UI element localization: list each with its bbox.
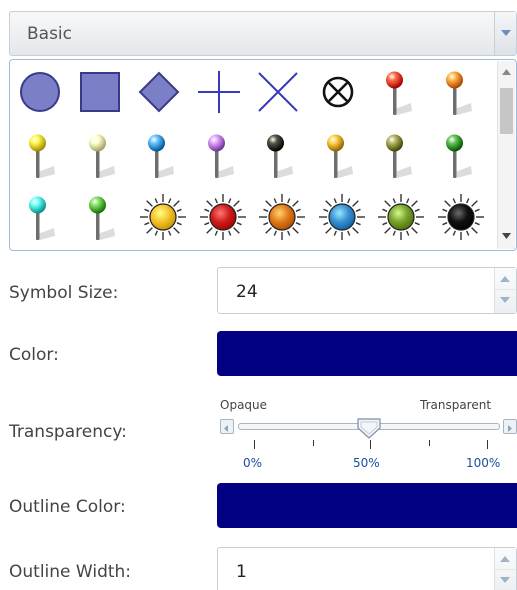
slider-tick: [487, 440, 488, 449]
symbol-size-increment-button[interactable]: [495, 268, 516, 290]
slider-tick: [429, 440, 430, 446]
symbol-option[interactable]: [135, 63, 191, 121]
transparency-label: Transparency:: [9, 422, 127, 442]
circle-symbol-icon: [20, 72, 60, 112]
transparency-slider[interactable]: Opaque Transparent 0% 50% 100%: [217, 398, 517, 478]
spin-down-icon: [500, 297, 510, 303]
symbol-option[interactable]: [373, 63, 429, 121]
outline-width-increment-button[interactable]: [495, 548, 516, 570]
symbol-option[interactable]: [373, 126, 429, 184]
circle-x-symbol-icon: [322, 76, 353, 108]
symbol-option[interactable]: [254, 126, 310, 184]
outline-color-label: Outline Color:: [9, 497, 126, 517]
symbol-size-decrement-button[interactable]: [495, 290, 516, 312]
symbol-option[interactable]: [76, 63, 132, 121]
symbol-option[interactable]: [16, 188, 72, 246]
sun-yellow-icon: [140, 194, 186, 240]
transparent-label: Transparent: [420, 398, 492, 412]
category-dropdown-button[interactable]: [494, 12, 516, 55]
symbol-option[interactable]: [135, 188, 191, 246]
tick-label-0: 0%: [243, 456, 263, 470]
symbol-option[interactable]: [433, 63, 489, 121]
symbol-option[interactable]: [16, 63, 72, 121]
scroll-down-icon[interactable]: [502, 233, 511, 239]
symbol-option[interactable]: [76, 188, 132, 246]
pushpin-lime-icon: [88, 196, 115, 240]
spin-up-icon: [500, 556, 510, 562]
pushpin-yellow-icon: [29, 134, 55, 178]
spin-up-icon: [500, 276, 510, 282]
symbol-size-spinner[interactable]: 24: [217, 267, 517, 314]
opaque-label: Opaque: [220, 398, 268, 412]
pushpin-green-icon: [445, 134, 472, 178]
color-swatch-button[interactable]: [217, 331, 517, 376]
pushpin-olive-icon: [386, 134, 412, 178]
symbol-option[interactable]: [16, 126, 72, 184]
symbol-option[interactable]: [76, 126, 132, 184]
sun-orange-icon: [259, 194, 305, 240]
slider-tick: [313, 440, 314, 446]
sun-blue-icon: [318, 194, 365, 240]
symbol-option[interactable]: [314, 126, 370, 184]
symbol-option[interactable]: [433, 126, 489, 184]
slider-increase-button[interactable]: [503, 419, 517, 434]
sun-black-icon: [437, 194, 484, 240]
outline-width-spinner[interactable]: 1: [217, 547, 517, 590]
pushpin-black-icon: [267, 134, 293, 178]
pushpin-orange-icon: [445, 71, 472, 115]
scroll-up-icon[interactable]: [502, 69, 511, 75]
cross-symbol-icon: [197, 71, 240, 113]
symbol-option[interactable]: [195, 188, 251, 246]
pushpin-cream-icon: [88, 134, 115, 178]
symbol-option[interactable]: [254, 188, 310, 246]
symbol-grid: [14, 62, 494, 250]
symbol-option[interactable]: [433, 188, 489, 246]
square-symbol-icon: [79, 72, 120, 112]
symbol-category-select[interactable]: Basic: [9, 11, 517, 56]
pushpin-red-icon: [386, 71, 412, 115]
slider-tick: [254, 440, 255, 449]
symbol-option[interactable]: [195, 126, 251, 184]
symbol-option[interactable]: [373, 188, 429, 246]
symbol-option[interactable]: [195, 63, 251, 121]
symbol-option[interactable]: [254, 63, 310, 121]
symbol-option[interactable]: [135, 126, 191, 184]
symbol-size-label: Symbol Size:: [9, 283, 119, 303]
symbol-option[interactable]: [314, 188, 370, 246]
pushpin-cyan-icon: [29, 196, 55, 240]
symbol-palette: [9, 59, 517, 251]
slider-tick: [370, 440, 371, 449]
category-selected-label: Basic: [27, 24, 73, 44]
outline-color-swatch-button[interactable]: [217, 483, 517, 528]
outline-width-label: Outline Width:: [9, 562, 132, 582]
pushpin-gold-icon: [326, 134, 353, 178]
spin-down-icon: [500, 577, 510, 583]
slider-thumb[interactable]: [356, 417, 382, 441]
tick-label-50: 50%: [353, 456, 380, 470]
color-label: Color:: [9, 345, 59, 365]
palette-scrollbar[interactable]: [497, 61, 515, 249]
slider-decrease-button[interactable]: [220, 419, 234, 434]
sun-green-icon: [378, 194, 424, 240]
sun-red-icon: [199, 194, 246, 240]
pushpin-blue-icon: [148, 134, 174, 178]
tick-label-100: 100%: [466, 456, 501, 470]
pushpin-violet-icon: [207, 134, 234, 178]
scrollbar-thumb[interactable]: [500, 88, 513, 134]
diamond-symbol-icon: [138, 71, 180, 113]
symbol-size-value[interactable]: 24: [236, 282, 258, 302]
symbol-option[interactable]: [314, 63, 370, 121]
chevron-right-icon: [508, 425, 512, 432]
chevron-down-icon: [501, 30, 511, 36]
x-symbol-icon: [258, 72, 298, 112]
outline-width-decrement-button[interactable]: [495, 570, 516, 590]
outline-width-value[interactable]: 1: [236, 562, 247, 582]
chevron-left-icon: [224, 425, 228, 432]
